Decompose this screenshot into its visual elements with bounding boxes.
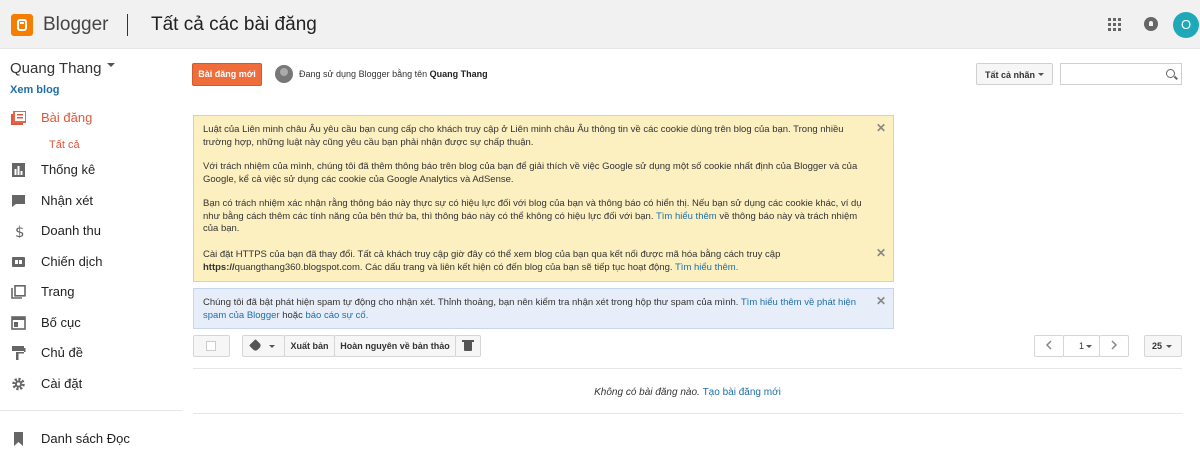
prev-page-button[interactable] [1034, 335, 1064, 357]
ad-icon [12, 257, 25, 267]
chevron-down-icon [269, 345, 275, 351]
notifications-icon[interactable] [1144, 17, 1158, 31]
sidebar-item-stats[interactable]: Thống kê [0, 155, 182, 185]
cookie-notice: Luật của Liên minh châu Âu yêu cầu bạn c… [193, 115, 894, 242]
close-icon[interactable]: ✕ [876, 247, 886, 260]
svg-text:$: $ [15, 224, 25, 238]
theme-icon [12, 346, 26, 360]
sidebar-item-pages[interactable]: Trang [0, 277, 182, 307]
using-name: Quang Thang [429, 69, 488, 79]
https-url: https:// [203, 261, 235, 273]
labels-dropdown[interactable]: Tất cả nhãn [976, 63, 1053, 85]
chevron-right-icon [1111, 340, 1118, 350]
app-header: Blogger Tất cả các bài đăng O [0, 0, 1200, 49]
https-url-rest: quangthang360.blogspot.com. Các dấu tran… [234, 261, 673, 273]
dollar-icon: $ [15, 224, 25, 238]
new-post-button[interactable]: Bài đăng mới [192, 63, 262, 86]
label-button[interactable] [242, 335, 285, 357]
posts-icon [11, 111, 26, 125]
sidebar-item-earnings[interactable]: $ Doanh thu [0, 216, 182, 246]
chevron-down-icon [107, 63, 116, 71]
select-all-checkbox[interactable] [206, 341, 216, 351]
cookie-notice-p3: Bạn có trách nhiệm xác nhận rằng thông b… [203, 198, 865, 236]
publish-button[interactable]: Xuất bản [284, 335, 335, 357]
trash-icon [462, 340, 474, 351]
sidebar: Quang Thang Xem blog Bài đăng Tất cả Thố… [0, 49, 182, 466]
sidebar-item-label: Bố cục [41, 315, 81, 330]
page-title: Tất cả các bài đăng [151, 14, 317, 35]
blog-selector[interactable]: Quang Thang [10, 60, 116, 77]
comments-icon [12, 195, 25, 207]
search-input[interactable] [1060, 63, 1182, 85]
sidebar-item-label: Trang [41, 284, 75, 299]
spam-text: Chúng tôi đã bật phát hiện spam tự động … [203, 297, 739, 308]
close-icon[interactable]: ✕ [876, 295, 886, 308]
https-notice: Cài đặt HTTPS của bạn đã thay đổi. Tất c… [193, 241, 894, 282]
list-divider [193, 368, 1182, 369]
cookie-notice-p1: Luật của Liên minh châu Âu yêu cầu bạn c… [203, 124, 844, 148]
blogger-logo-icon[interactable] [11, 14, 33, 36]
report-issue-link[interactable]: báo cáo sự cố. [305, 310, 368, 321]
list-divider [193, 413, 1182, 414]
revert-to-draft-button[interactable]: Hoàn nguyên về bản thảo [334, 335, 456, 357]
using-as-text: Đang sử dụng Blogger bằng tên Quang Than… [299, 69, 488, 79]
sidebar-item-label: Nhận xét [41, 193, 94, 208]
chevron-down-icon [1086, 345, 1092, 351]
empty-state: Không có bài đăng nào. Tạo bài đăng mới [0, 387, 1200, 398]
spam-notice-text: Chúng tôi đã bật phát hiện spam tự động … [203, 297, 865, 322]
sidebar-item-theme[interactable]: Chủ đề [0, 338, 182, 368]
create-post-link[interactable]: Tạo bài đăng mới [703, 387, 781, 398]
pages-icon [11, 285, 26, 299]
chevron-down-icon [1038, 73, 1044, 79]
sidebar-subitem-all[interactable]: Tất cả [49, 139, 80, 151]
user-avatar [275, 65, 293, 83]
bookmark-icon [14, 432, 23, 446]
page-selector[interactable]: 1 [1063, 335, 1100, 357]
page-size-dropdown[interactable]: 25 [1144, 335, 1182, 357]
close-icon[interactable]: ✕ [876, 122, 886, 135]
search-icon[interactable] [1166, 69, 1175, 78]
sidebar-item-label: Danh sách Đọc [41, 431, 130, 446]
blog-name: Quang Thang [10, 60, 102, 77]
apps-grid-icon[interactable] [1108, 18, 1122, 32]
learn-more-link[interactable]: Tìm hiểu thêm [656, 211, 717, 222]
avatar[interactable]: O [1173, 12, 1199, 38]
https-notice-text: Cài đặt HTTPS của bạn đã thay đổi. Tất c… [203, 249, 865, 274]
sidebar-item-label: Thống kê [41, 162, 96, 177]
sidebar-divider [0, 410, 182, 411]
labels-dropdown-label: Tất cả nhãn [985, 70, 1036, 80]
sidebar-item-label: Chủ đề [41, 345, 83, 360]
sidebar-item-label: Chiến dịch [41, 254, 103, 269]
spam-notice: Chúng tôi đã bật phát hiện spam tự động … [193, 288, 894, 329]
sidebar-item-label: Doanh thu [41, 223, 101, 238]
spam-or: hoặc [282, 309, 303, 321]
sidebar-item-comments[interactable]: Nhận xét [0, 186, 182, 216]
next-page-button[interactable] [1099, 335, 1129, 357]
page-size-value: 25 [1152, 341, 1163, 351]
sidebar-item-campaigns[interactable]: Chiến dịch [0, 247, 182, 277]
cookie-notice-p2: Với trách nhiệm của mình, chúng tôi đã t… [203, 161, 858, 185]
learn-more-link[interactable]: Tìm hiểu thêm. [675, 262, 738, 273]
sidebar-item-layout[interactable]: Bố cục [0, 308, 182, 338]
https-text: Cài đặt HTTPS của bạn đã thay đổi. Tất c… [203, 249, 781, 260]
empty-text: Không có bài đăng nào. [594, 387, 700, 398]
chevron-left-icon [1045, 340, 1052, 350]
brand-name[interactable]: Blogger [43, 14, 109, 36]
header-divider [127, 14, 128, 36]
stats-icon [12, 163, 25, 177]
sidebar-item-label: Bài đăng [41, 110, 93, 125]
using-prefix: Đang sử dụng Blogger bằng tên [299, 69, 428, 79]
page-number: 1 [1078, 341, 1084, 351]
layout-icon [11, 316, 26, 330]
sidebar-item-reading-list[interactable]: Danh sách Đọc [0, 424, 182, 454]
view-blog-link[interactable]: Xem blog [10, 84, 60, 96]
chevron-down-icon [1166, 345, 1172, 351]
sidebar-item-posts[interactable]: Bài đăng [0, 103, 182, 133]
